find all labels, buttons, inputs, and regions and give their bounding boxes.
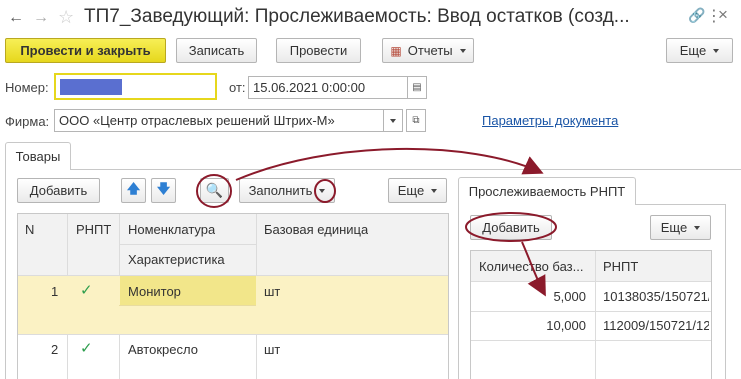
row-name[interactable]: Автокресло [128, 342, 198, 357]
number-field[interactable] [54, 73, 217, 100]
col-header-n[interactable]: N [25, 222, 34, 237]
trace-col-qty[interactable]: Количество баз... [479, 259, 591, 274]
trace-more-button[interactable]: Еще [650, 215, 711, 240]
row-number: 1 [51, 284, 59, 299]
from-label: от: [229, 80, 246, 95]
trace-row-line-2 [471, 340, 711, 341]
reports-button[interactable]: ▦ Отчеты [382, 38, 474, 63]
company-label: Фирма: [5, 114, 50, 129]
save-button[interactable]: Записать [176, 38, 257, 63]
chevron-down-icon [694, 225, 701, 230]
check-icon: ✓ [80, 282, 93, 299]
goods-more-button[interactable]: Еще [388, 178, 447, 203]
post-and-close-button[interactable]: Провести и закрыть [5, 38, 166, 63]
report-icon: ▦ [390, 43, 402, 58]
star-icon[interactable]: ☆ [58, 7, 74, 28]
close-icon[interactable]: × [718, 5, 728, 25]
post-button[interactable]: Провести [276, 38, 361, 63]
trace-more-label: Еще [660, 220, 688, 235]
forward-button[interactable]: → [30, 7, 52, 29]
company-field[interactable]: ООО «Центр отраслевых решений Штрих-М» [54, 109, 384, 132]
dropdown-button[interactable] [383, 109, 403, 132]
trace-rnpt[interactable]: 10138035/150721/... [603, 289, 709, 304]
row-line-1 [18, 334, 448, 335]
col-header-characteristic[interactable]: Характеристика [128, 252, 225, 267]
fill-label: Заполнить [248, 183, 313, 198]
move-down-button[interactable]: 🡇 [151, 178, 176, 203]
trace-qty[interactable]: 5,000 [480, 289, 586, 304]
tab-traceability-label: Прослеживаемость РНПТ [468, 184, 626, 199]
number-value-redacted [60, 78, 122, 95]
calendar-icon[interactable]: ▤ [407, 76, 427, 99]
header-sub-line [119, 244, 256, 245]
chevron-down-icon [431, 188, 438, 193]
open-icon[interactable]: ⧉ [406, 109, 426, 132]
trace-col-line [595, 251, 596, 379]
tab-traceability[interactable]: Прослеживаемость РНПТ [458, 177, 636, 205]
goods-more-label: Еще [397, 183, 425, 198]
more-label: Еще [679, 43, 707, 58]
trace-header-line [471, 281, 711, 282]
goods-add-button[interactable]: Добавить [17, 178, 100, 203]
move-up-button[interactable]: 🡅 [121, 178, 146, 203]
row-unit[interactable]: шт [264, 342, 280, 357]
fill-button[interactable]: Заполнить [239, 178, 335, 203]
date-field[interactable]: 15.06.2021 0:00:00 [248, 76, 408, 99]
row-unit[interactable]: шт [264, 284, 280, 299]
tab-goods-label: Товары [15, 149, 61, 164]
trace-add-button[interactable]: Добавить [470, 215, 552, 240]
more-button[interactable]: Еще [666, 38, 733, 63]
chevron-down-icon [319, 188, 326, 193]
back-button[interactable]: ← [5, 7, 27, 29]
check-icon: ✓ [80, 340, 93, 357]
link-icon[interactable]: 🔗 [688, 7, 705, 24]
tab-goods[interactable]: Товары [5, 142, 71, 170]
row-sub-line [119, 305, 256, 306]
document-params-link[interactable]: Параметры документа [482, 113, 618, 128]
number-label: Номер: [5, 80, 49, 95]
col-header-nomenclature[interactable]: Номенклатура [128, 222, 215, 237]
window-title: ТП7_Заведующий: Прослеживаемость: Ввод о… [84, 6, 630, 27]
chevron-down-icon [459, 48, 466, 53]
trace-qty[interactable]: 10,000 [480, 318, 586, 333]
reports-label: Отчеты [407, 43, 453, 58]
trace-rnpt[interactable]: 112009/150721/12... [603, 318, 709, 333]
rnpt-select-button[interactable]: 🔍 [200, 178, 229, 203]
chevron-down-icon [713, 48, 720, 53]
trace-col-rnpt[interactable]: РНПТ [603, 259, 638, 274]
col-header-rnpt[interactable]: РНПТ [76, 222, 111, 237]
row-number: 2 [51, 342, 59, 357]
trace-row-line [471, 311, 711, 312]
row-name[interactable]: Монитор [128, 284, 181, 299]
col-header-unit[interactable]: Базовая единица [264, 222, 368, 237]
